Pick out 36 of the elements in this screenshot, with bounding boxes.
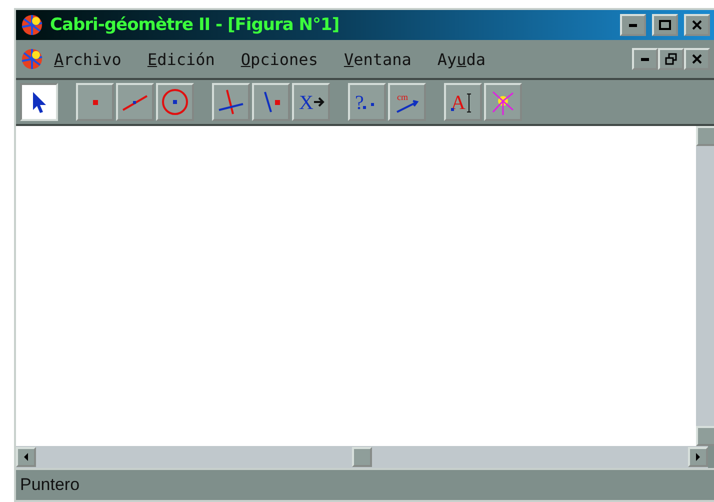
window-title: Cabri-géomètre II - [Figura N°1]	[50, 15, 340, 35]
tool-button[interactable]	[20, 83, 58, 121]
minimize-icon	[629, 24, 637, 26]
menu-item[interactable]: Ventana	[344, 50, 412, 68]
app-logo-icon	[20, 13, 44, 37]
point-icon	[92, 100, 98, 104]
crossing-lines-icon	[217, 88, 245, 116]
menu-item[interactable]: Archivo	[54, 50, 122, 68]
tool-button[interactable]: ?	[348, 83, 386, 121]
close-icon	[692, 54, 702, 64]
restore-button[interactable]	[658, 48, 684, 70]
scroll-right-button[interactable]	[688, 447, 708, 467]
scroll-left-button[interactable]	[16, 447, 36, 467]
tool-button[interactable]: X	[292, 83, 330, 121]
minimize-icon	[641, 58, 649, 60]
left-arrow-icon	[24, 453, 28, 461]
vertical-scrollbar[interactable]	[696, 126, 714, 446]
restore-icon	[665, 53, 677, 65]
close-icon	[692, 20, 702, 30]
minimize-button[interactable]	[632, 48, 658, 70]
horizontal-scrollbar[interactable]	[16, 446, 708, 468]
maximize-icon	[659, 20, 671, 30]
menu-item[interactable]: Ayuda	[437, 50, 486, 68]
maximize-button[interactable]	[652, 14, 678, 36]
scroll-thumb[interactable]	[352, 447, 372, 467]
status-text: Puntero	[20, 475, 80, 495]
document-icon	[20, 47, 44, 71]
circle-icon	[161, 88, 189, 116]
menu-item[interactable]: Opciones	[240, 50, 318, 68]
minimize-button[interactable]	[620, 14, 646, 36]
right-arrow-icon	[696, 453, 700, 461]
close-button[interactable]	[684, 14, 710, 36]
tool-button[interactable]	[252, 83, 290, 121]
tool-button[interactable]	[212, 83, 250, 121]
menu-item[interactable]: Edición	[147, 50, 215, 68]
close-button[interactable]	[684, 48, 710, 70]
